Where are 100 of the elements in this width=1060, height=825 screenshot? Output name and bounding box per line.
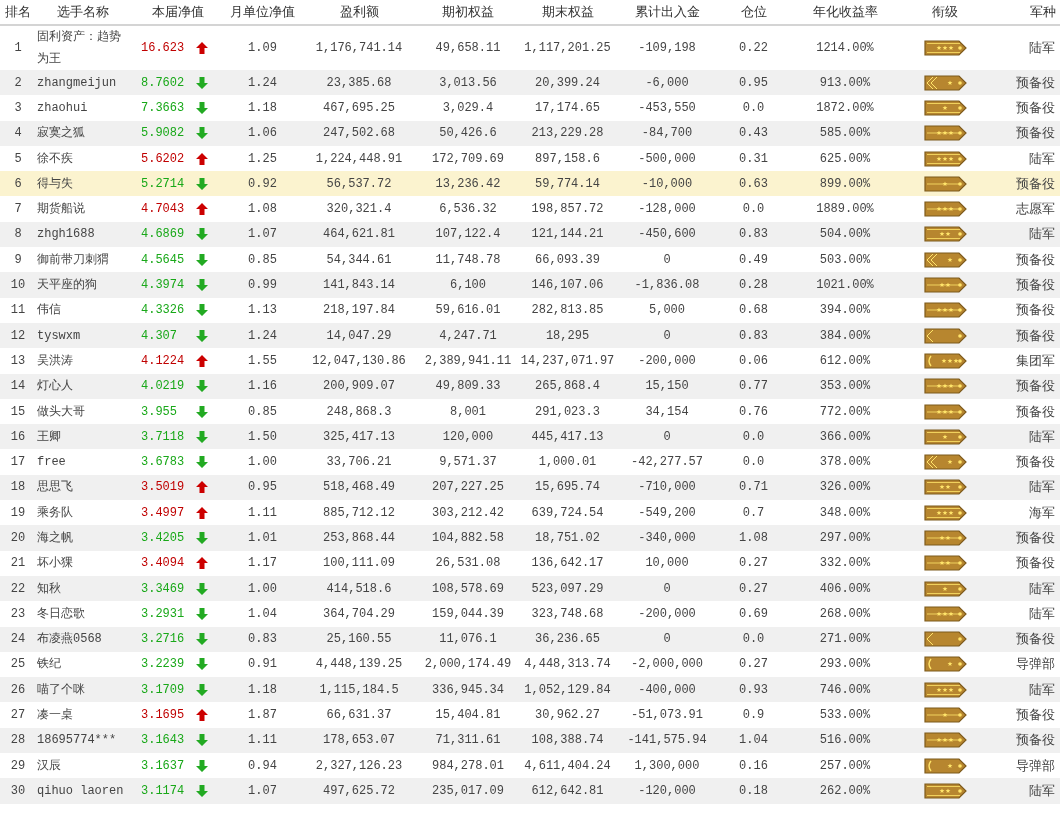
table-row[interactable]: 23 冬日恋歌 3.2931 1.04 364,704.29 159,044.39 323,748.68 -200,000 0.69 268.00% 陆军 xyxy=(0,601,1060,627)
table-cell: 282,813.85 xyxy=(518,297,617,323)
branch-cell: 预备役 xyxy=(990,322,1060,349)
table-row[interactable]: 29 汉辰 3.1637 0.94 2,327,126.23 984,278.01 4,611,404.24 1,300,000 0.16 257.00% 导弹部 xyxy=(0,753,1060,779)
table-cell: 0.9 xyxy=(717,702,790,728)
table-cell: 1.11 xyxy=(225,727,300,753)
table-row[interactable]: 3 zhaohui 7.3663 1.18 467,695.25 3,029.4 17,174.65 -453,550 0.0 1872.00% 预备役 xyxy=(0,95,1060,121)
table-cell: 0.92 xyxy=(225,171,300,197)
table-cell: 0.06 xyxy=(717,348,790,374)
table-row[interactable]: 17 free 3.6783 1.00 33,706.21 9,571.37 1,000.01 -42,277.57 0.0 378.00% 预备役 xyxy=(0,449,1060,475)
table-cell: 1,115,184.5 xyxy=(300,677,418,703)
table-cell: 1,224,448.91 xyxy=(300,145,418,172)
table-cell: 34,154 xyxy=(617,398,717,425)
branch-cell: 陆军 xyxy=(990,145,1060,172)
table-cell: 159,044.39 xyxy=(418,601,518,627)
net-value: 3.6783 xyxy=(141,455,186,470)
table-cell: 141,843.14 xyxy=(300,272,418,298)
rank-cell: 16 xyxy=(0,424,36,450)
table-row[interactable]: 15 做头大哥 3.955 0.85 248,868.3 8,001 291,023.3 34,154 0.76 772.00% 预备役 xyxy=(0,398,1060,425)
player-name: zhangmeijun xyxy=(36,70,130,96)
table-row[interactable]: 16 王卿 3.7118 1.50 325,417.13 120,000 445,417.13 0 0.0 366.00% 陆军 xyxy=(0,424,1060,450)
table-cell: 104,882.58 xyxy=(418,525,518,551)
table-cell: 1,117,201.25 xyxy=(518,25,617,70)
rank-cell: 4 xyxy=(0,120,36,146)
table-cell: 200,909.07 xyxy=(300,373,418,399)
branch-cell: 陆军 xyxy=(990,677,1060,703)
table-cell: 1.06 xyxy=(225,120,300,146)
table-cell: 414,518.6 xyxy=(300,575,418,602)
table-row[interactable]: 8 zhgh1688 4.6869 1.07 464,621.81 107,122.4 121,144.21 -450,600 0.83 504.00% 陆军 xyxy=(0,221,1060,248)
table-row[interactable]: 27 凑一桌 3.1695 1.87 66,631.37 15,404.81 30,962.27 -51,073.91 0.9 533.00% 预备役 xyxy=(0,702,1060,728)
net-value: 3.3469 xyxy=(141,581,186,596)
table-cell: 0.43 xyxy=(717,120,790,146)
table-cell: -400,000 xyxy=(617,677,717,703)
table-cell: 262.00% xyxy=(790,778,900,804)
table-cell: 464,621.81 xyxy=(300,221,418,248)
branch-cell: 预备役 xyxy=(990,449,1060,475)
table-row[interactable]: 24 布凌燕0568 3.2716 0.83 25,160.55 11,076.1 36,236.65 0 0.0 271.00% 预备役 xyxy=(0,626,1060,652)
rank-cell: 6 xyxy=(0,171,36,197)
table-row[interactable]: 26 喵了个咪 3.1709 1.18 1,115,184.5 336,945.34 1,052,129.84 -400,000 0.93 746.00% 陆军 xyxy=(0,677,1060,703)
table-cell: 746.00% xyxy=(790,677,900,703)
net-value: 3.4997 xyxy=(141,505,186,520)
table-cell: 913.00% xyxy=(790,70,900,96)
table-row[interactable]: 20 海之帆 3.4205 1.01 253,868.44 104,882.58 18,751.02 -340,000 1.08 297.00% 预备役 xyxy=(0,525,1060,551)
table-cell: 15,695.74 xyxy=(518,474,617,501)
table-cell: 325,417.13 xyxy=(300,424,418,450)
player-name: 王卿 xyxy=(36,424,130,450)
player-name: 做头大哥 xyxy=(36,398,130,425)
player-name: 凑一桌 xyxy=(36,702,130,728)
rank-cell: 26 xyxy=(0,677,36,703)
rank-cell: 25 xyxy=(0,651,36,678)
table-row[interactable]: 13 吴洪涛 4.1224 1.55 12,047,130.86 2,389,941.11 14,237,071.97 -200,000 0.06 612.00% 集团军 xyxy=(0,348,1060,374)
table-cell: 585.00% xyxy=(790,120,900,146)
branch-cell: 陆军 xyxy=(990,575,1060,602)
table-cell: 56,537.72 xyxy=(300,171,418,197)
table-row[interactable]: 30 qihuo laoren 3.1174 1.07 497,625.72 235,017.09 612,642.81 -120,000 0.18 262.00% 陆军 xyxy=(0,778,1060,804)
net-value: 4.6869 xyxy=(141,227,186,242)
table-cell: 1.04 xyxy=(717,727,790,753)
table-cell: 1.04 xyxy=(225,601,300,627)
table-cell: 625.00% xyxy=(790,145,900,172)
table-cell: 0.85 xyxy=(225,247,300,273)
table-cell: 0.18 xyxy=(717,778,790,804)
table-row[interactable]: 10 天平座的狗 4.3974 0.99 141,843.14 6,100 146,107.06 -1,836.08 0.28 1021.00% 预备役 xyxy=(0,272,1060,298)
table-row[interactable]: 1 固利资产：趋势为王 16.623 1.09 1,176,741.14 49,658.11 1,117,201.25 -109,198 0.22 1214.00% 陆军 xyxy=(0,25,1060,70)
table-cell: 406.00% xyxy=(790,575,900,602)
table-row[interactable]: 19 乘务队 3.4997 1.11 885,712.12 303,212.42 639,724.54 -549,200 0.7 348.00% 海军 xyxy=(0,500,1060,526)
net-value: 7.3663 xyxy=(141,100,186,115)
table-cell: 0.69 xyxy=(717,601,790,627)
branch-cell: 集团军 xyxy=(990,348,1060,374)
table-cell: 0.0 xyxy=(717,424,790,450)
table-cell: 772.00% xyxy=(790,398,900,425)
table-cell: 3,013.56 xyxy=(418,70,518,96)
table-cell: 33,706.21 xyxy=(300,449,418,475)
table-row[interactable]: 14 灯心人 4.0219 1.16 200,909.07 49,809.33 265,868.4 15,150 0.77 353.00% 预备役 xyxy=(0,373,1060,399)
table-cell: 384.00% xyxy=(790,322,900,349)
rank-cell: 8 xyxy=(0,221,36,248)
net-value: 3.1174 xyxy=(141,783,186,798)
branch-cell: 预备役 xyxy=(990,702,1060,728)
table-cell: -128,000 xyxy=(617,196,717,222)
table-cell: 1.24 xyxy=(225,322,300,349)
table-cell: 612,642.81 xyxy=(518,778,617,804)
table-cell: 268.00% xyxy=(790,601,900,627)
table-cell: 516.00% xyxy=(790,727,900,753)
table-row[interactable]: 11 伟信 4.3326 1.13 218,197.84 59,616.01 282,813.85 5,000 0.68 394.00% 预备役 xyxy=(0,297,1060,323)
branch-cell: 海军 xyxy=(990,500,1060,526)
player-name: 知秋 xyxy=(36,575,130,602)
table-cell: 66,093.39 xyxy=(518,247,617,273)
table-row[interactable]: 18 思思飞 3.5019 0.95 518,468.49 207,227.25 15,695.74 -710,000 0.71 326.00% 陆军 xyxy=(0,474,1060,501)
table-cell: 50,426.6 xyxy=(418,120,518,146)
table-row[interactable]: 28 18695774*** 3.1643 1.11 178,653.07 71,311.61 108,388.74 -141,575.94 1.04 516.00% 预备役 xyxy=(0,727,1060,753)
table-row[interactable]: 22 知秋 3.3469 1.00 414,518.6 108,578.69 523,097.29 0 0.27 406.00% 陆军 xyxy=(0,575,1060,602)
table-cell: 323,748.68 xyxy=(518,601,617,627)
table-row[interactable]: 25 铁纪 3.2239 0.91 4,448,139.25 2,000,174.49 4,448,313.74 -2,000,000 0.27 293.00% 导弹部 xyxy=(0,651,1060,678)
table-cell: 533.00% xyxy=(790,702,900,728)
table-row[interactable]: 12 tyswxm 4.307 1.24 14,047.29 4,247.71 18,295 0 0.83 384.00% 预备役 xyxy=(0,322,1060,349)
table-cell: 235,017.09 xyxy=(418,778,518,804)
table-row[interactable]: 5 徐不疾 5.6202 1.25 1,224,448.91 172,709.69 897,158.6 -500,000 0.31 625.00% 陆军 xyxy=(0,145,1060,172)
table-cell: 1.01 xyxy=(225,525,300,551)
table-row[interactable]: 7 期货船说 4.7043 1.08 320,321.4 6,536.32 198,857.72 -128,000 0.0 1889.00% 志愿军 xyxy=(0,196,1060,222)
table-row[interactable]: 21 坏小猓 3.4094 1.17 100,111.09 26,531.08 136,642.17 10,000 0.27 332.00% 预备役 xyxy=(0,550,1060,576)
table-row[interactable]: 9 御前带刀刺猬 4.5645 0.85 54,344.61 11,748.78 66,093.39 0 0.49 503.00% 预备役 xyxy=(0,247,1060,273)
